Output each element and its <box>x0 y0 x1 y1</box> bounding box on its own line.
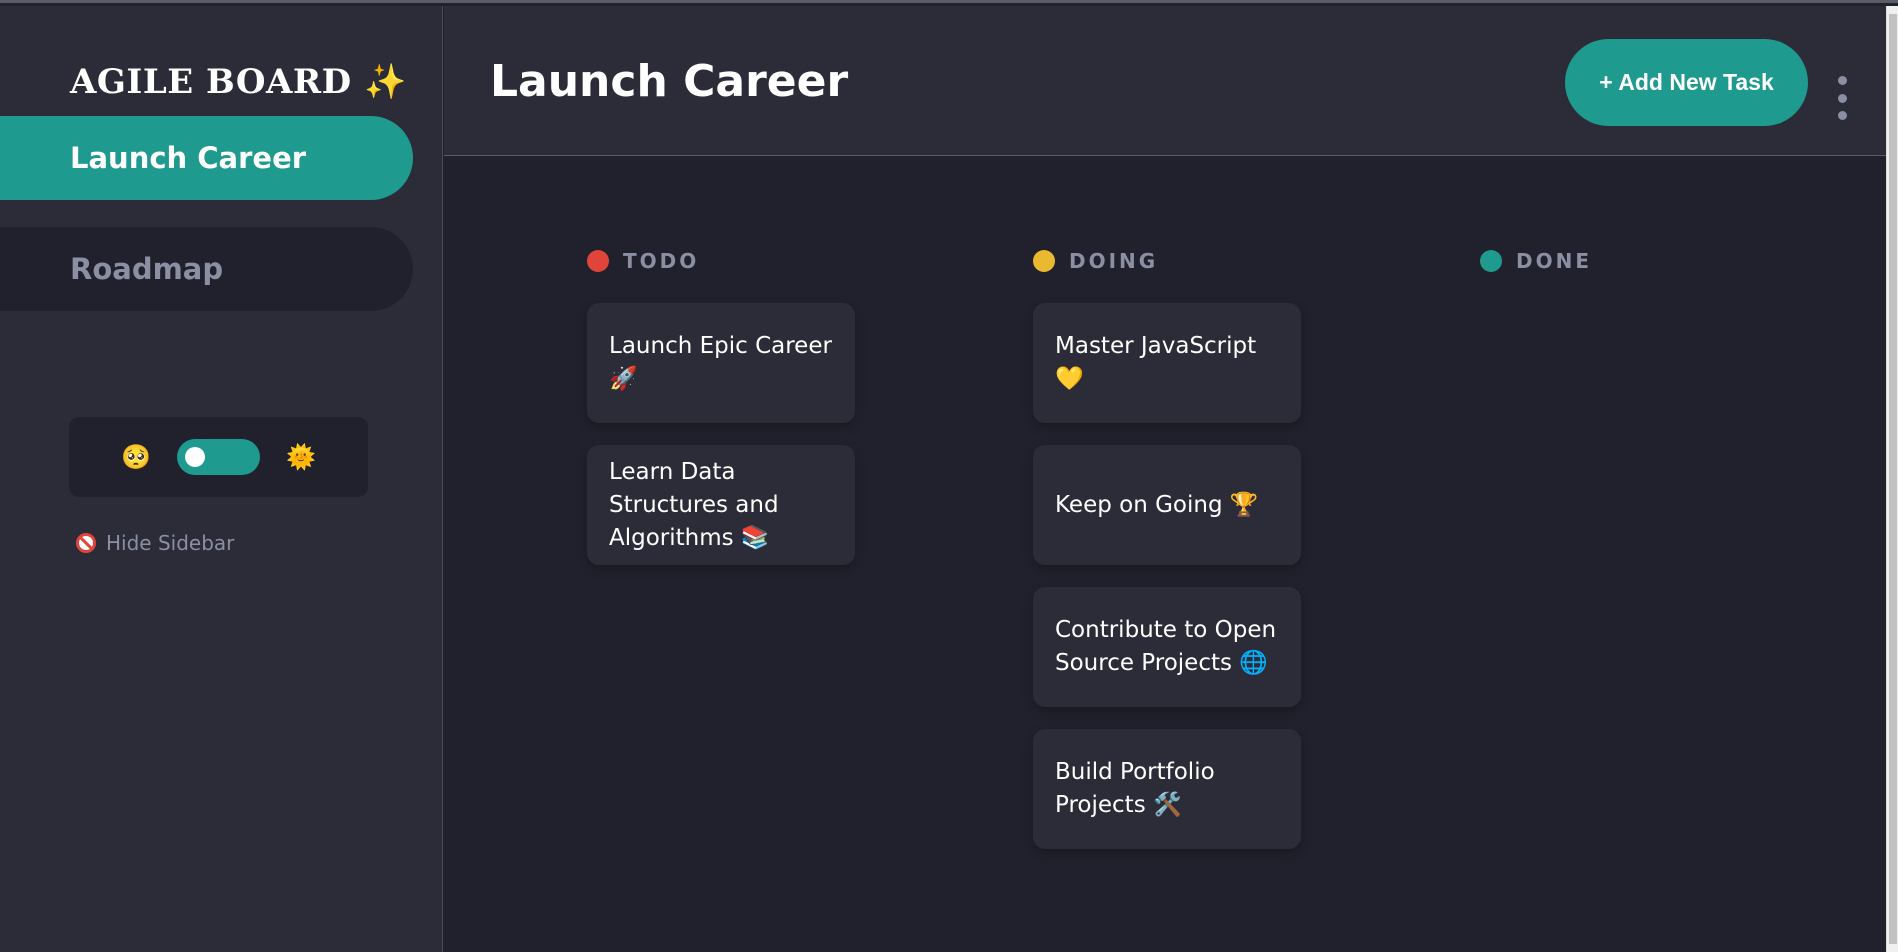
sidebar-item-roadmap[interactable]: Roadmap <box>0 227 413 311</box>
status-dot <box>1480 250 1502 272</box>
column-todo: TODO Launch Epic Career 🚀 Learn Data Str… <box>587 248 855 565</box>
column-doing: DOING Master JavaScript 💛 Keep on Going … <box>1033 248 1301 849</box>
task-card[interactable]: Build Portfolio Projects 🛠️ <box>1033 729 1301 849</box>
column-done: DONE <box>1480 248 1748 274</box>
sun-face-icon: 🌞 <box>286 443 316 471</box>
theme-toggle[interactable] <box>177 439 260 475</box>
sidebar-item-label: Launch Career <box>70 141 307 175</box>
status-dot <box>587 250 609 272</box>
theme-switcher: 🥺 🌞 <box>69 417 368 497</box>
prohibited-icon <box>76 533 96 553</box>
task-card[interactable]: Master JavaScript 💛 <box>1033 303 1301 423</box>
kebab-dot <box>1837 111 1847 120</box>
logo-text: AGILE BOARD <box>70 62 352 102</box>
task-title: Build Portfolio Projects 🛠️ <box>1055 759 1215 818</box>
task-card[interactable]: Launch Epic Career 🚀 <box>587 303 855 423</box>
sidebar-item-launch-career[interactable]: Launch Career <box>0 116 413 200</box>
task-title: Contribute to Open Source Projects 🌐 <box>1055 617 1277 676</box>
vertical-scrollbar[interactable] <box>1886 6 1898 952</box>
task-card[interactable]: Learn Data Structures and Algorithms 📚 <box>587 445 855 565</box>
column-header: DOING <box>1033 248 1301 274</box>
hide-sidebar-label: Hide Sidebar <box>106 531 235 555</box>
kebab-dot <box>1837 76 1847 85</box>
sparkles-icon: ✨ <box>363 62 407 102</box>
task-title: Learn Data Structures and Algorithms 📚 <box>609 458 779 551</box>
toggle-knob <box>185 447 205 467</box>
task-title: Master JavaScript 💛 <box>1055 333 1257 392</box>
kebab-dot <box>1837 93 1847 103</box>
task-title: Keep on Going 🏆 <box>1055 491 1259 518</box>
status-dot <box>1033 250 1055 272</box>
sidebar-item-label: Roadmap <box>70 252 224 286</box>
sidebar: AGILE BOARD ✨ Launch Career Roadmap 🥺 🌞 … <box>0 6 443 952</box>
app-logo: AGILE BOARD ✨ <box>70 62 407 102</box>
task-title: Launch Epic Career 🚀 <box>609 333 832 392</box>
column-title: DONE <box>1516 249 1593 273</box>
moon-face-icon: 🥺 <box>121 443 151 471</box>
top-header: Launch Career + Add New Task <box>444 6 1886 156</box>
scrollbar-thumb[interactable] <box>1889 14 1897 944</box>
column-title: TODO <box>623 249 700 273</box>
task-card[interactable]: Contribute to Open Source Projects 🌐 <box>1033 587 1301 707</box>
hide-sidebar-button[interactable]: Hide Sidebar <box>76 531 234 555</box>
column-header: TODO <box>587 248 855 274</box>
page-title: Launch Career <box>490 56 849 107</box>
task-card[interactable]: Keep on Going 🏆 <box>1033 445 1301 565</box>
add-new-task-button[interactable]: + Add New Task <box>1565 39 1808 126</box>
column-header: DONE <box>1480 248 1748 274</box>
more-options-icon[interactable] <box>1836 76 1848 120</box>
column-title: DOING <box>1069 249 1159 273</box>
